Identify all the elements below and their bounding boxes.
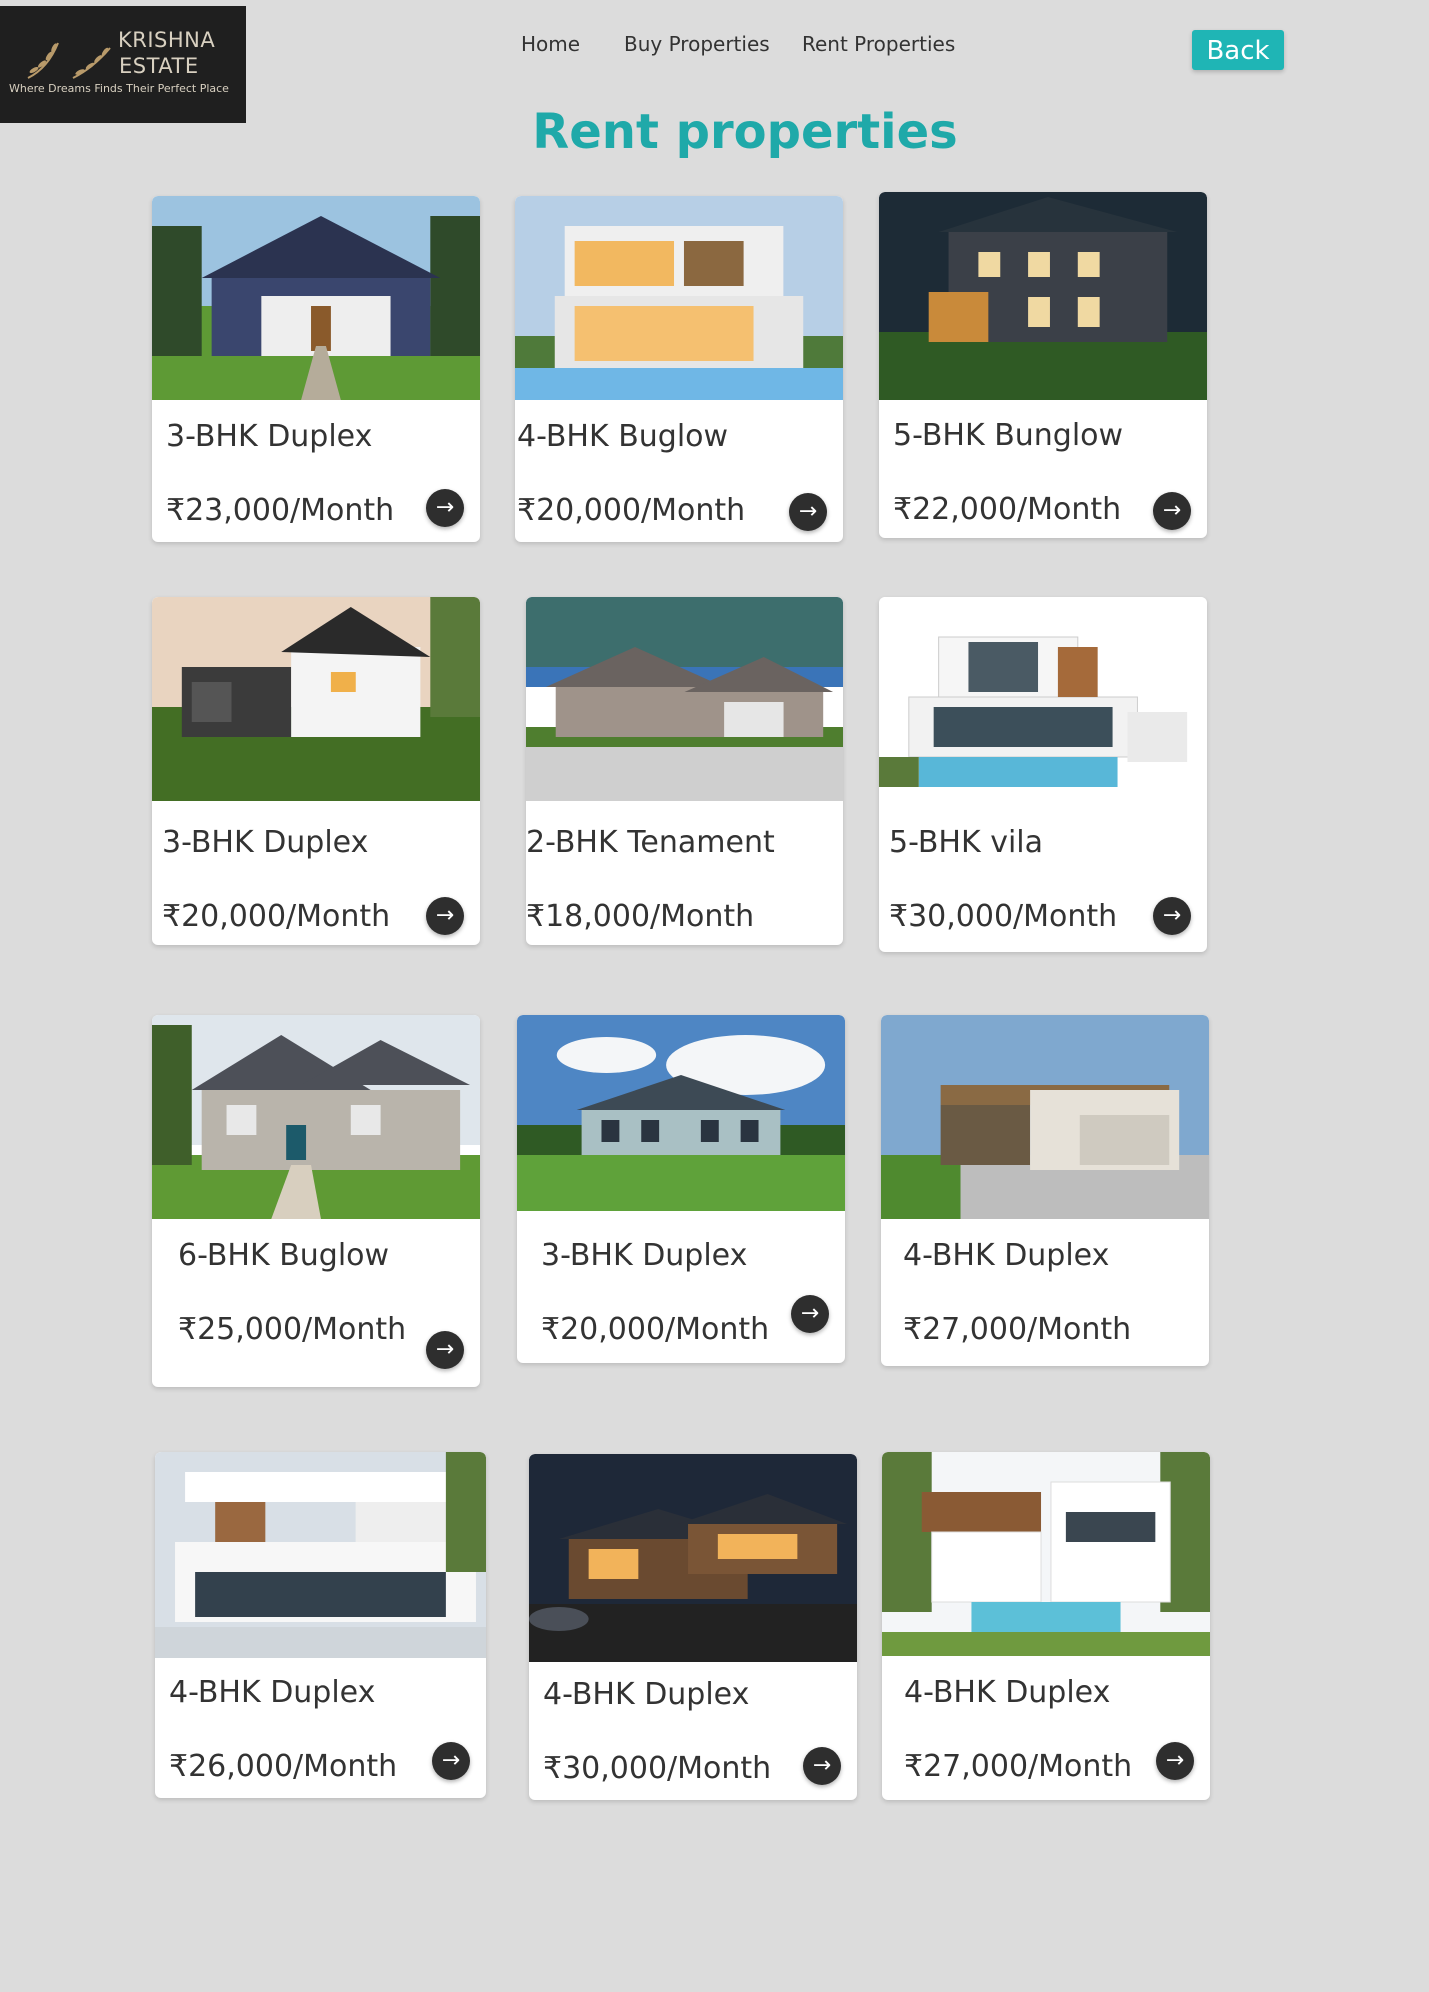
property-photo: [515, 196, 843, 400]
property-title: 4-BHK Duplex: [169, 1675, 376, 1710]
property-price: ₹25,000/Month: [178, 1312, 407, 1347]
property-title: 4-BHK Duplex: [903, 1238, 1110, 1273]
property-card[interactable]: 5-BHK Bunglow ₹22,000/Month →: [879, 192, 1207, 538]
laurel-icon: [27, 42, 111, 79]
property-title: 6-BHK Buglow: [178, 1238, 390, 1273]
property-price: ₹18,000/Month: [526, 899, 755, 934]
property-title: 5-BHK vila: [889, 825, 1043, 860]
property-price: ₹27,000/Month: [904, 1749, 1133, 1784]
property-photo: [517, 1015, 845, 1211]
property-title: 4-BHK Buglow: [517, 419, 729, 454]
brand-name-line2: ESTATE: [119, 54, 199, 78]
property-price: ₹26,000/Month: [169, 1749, 398, 1784]
property-photo: [879, 192, 1207, 400]
property-price: ₹27,000/Month: [903, 1312, 1132, 1347]
property-title: 4-BHK Duplex: [904, 1675, 1111, 1710]
back-button[interactable]: Back: [1192, 30, 1284, 70]
property-photo: [152, 1015, 480, 1219]
property-photo: [152, 196, 480, 400]
property-price: ₹22,000/Month: [893, 492, 1122, 527]
property-card[interactable]: 4-BHK Buglow ₹20,000/Month →: [515, 196, 843, 542]
property-price: ₹30,000/Month: [889, 899, 1118, 934]
property-photo: [882, 1452, 1210, 1656]
property-card[interactable]: 4-BHK Duplex ₹26,000/Month →: [155, 1452, 486, 1798]
property-card[interactable]: 3-BHK Duplex ₹20,000/Month →: [517, 1015, 845, 1363]
property-photo: [155, 1452, 486, 1658]
property-price: ₹20,000/Month: [517, 493, 746, 528]
arrow-right-icon[interactable]: →: [789, 493, 827, 531]
property-card[interactable]: 5-BHK vila ₹30,000/Month →: [879, 597, 1207, 952]
property-photo: [529, 1454, 857, 1662]
property-price: ₹20,000/Month: [541, 1312, 770, 1347]
property-title: 5-BHK Bunglow: [893, 418, 1124, 453]
property-card[interactable]: 2-BHK Tenament ₹18,000/Month: [526, 597, 843, 945]
property-price: ₹20,000/Month: [162, 899, 391, 934]
nav-rent-properties-link[interactable]: Rent Properties: [802, 32, 955, 56]
property-price: ₹30,000/Month: [543, 1751, 772, 1786]
page-title: Rent properties: [532, 104, 958, 160]
brand-tagline: Where Dreams Finds Their Perfect Place: [9, 82, 229, 95]
property-price: ₹23,000/Month: [166, 493, 395, 528]
property-title: 3-BHK Duplex: [541, 1238, 748, 1273]
property-card[interactable]: 4-BHK Duplex ₹30,000/Month →: [529, 1454, 857, 1800]
property-card[interactable]: 6-BHK Buglow ₹25,000/Month →: [152, 1015, 480, 1387]
brand-name-line1: KRISHNA: [118, 28, 216, 52]
property-title: 3-BHK Duplex: [162, 825, 369, 860]
arrow-right-icon[interactable]: →: [1156, 1742, 1194, 1780]
property-card[interactable]: 4-BHK Duplex ₹27,000/Month →: [882, 1452, 1210, 1800]
arrow-right-icon[interactable]: →: [1153, 897, 1191, 935]
property-card[interactable]: 3-BHK Duplex ₹23,000/Month →: [152, 196, 480, 542]
arrow-right-icon[interactable]: →: [1153, 492, 1191, 530]
arrow-right-icon[interactable]: →: [791, 1295, 829, 1333]
arrow-right-icon[interactable]: →: [426, 1331, 464, 1369]
arrow-right-icon[interactable]: →: [426, 897, 464, 935]
property-card[interactable]: 4-BHK Duplex ₹27,000/Month: [881, 1015, 1209, 1366]
property-photo: [881, 1015, 1209, 1219]
property-title: 3-BHK Duplex: [166, 419, 373, 454]
arrow-right-icon[interactable]: →: [803, 1747, 841, 1785]
property-photo: [879, 597, 1207, 807]
property-photo: [152, 597, 480, 801]
arrow-right-icon[interactable]: →: [432, 1742, 470, 1780]
property-title: 2-BHK Tenament: [526, 825, 775, 860]
property-title: 4-BHK Duplex: [543, 1677, 750, 1712]
nav-buy-properties-link[interactable]: Buy Properties: [624, 32, 770, 56]
property-card[interactable]: 3-BHK Duplex ₹20,000/Month →: [152, 597, 480, 945]
arrow-right-icon[interactable]: →: [426, 489, 464, 527]
nav-home-link[interactable]: Home: [521, 32, 580, 56]
property-photo: [526, 597, 843, 801]
